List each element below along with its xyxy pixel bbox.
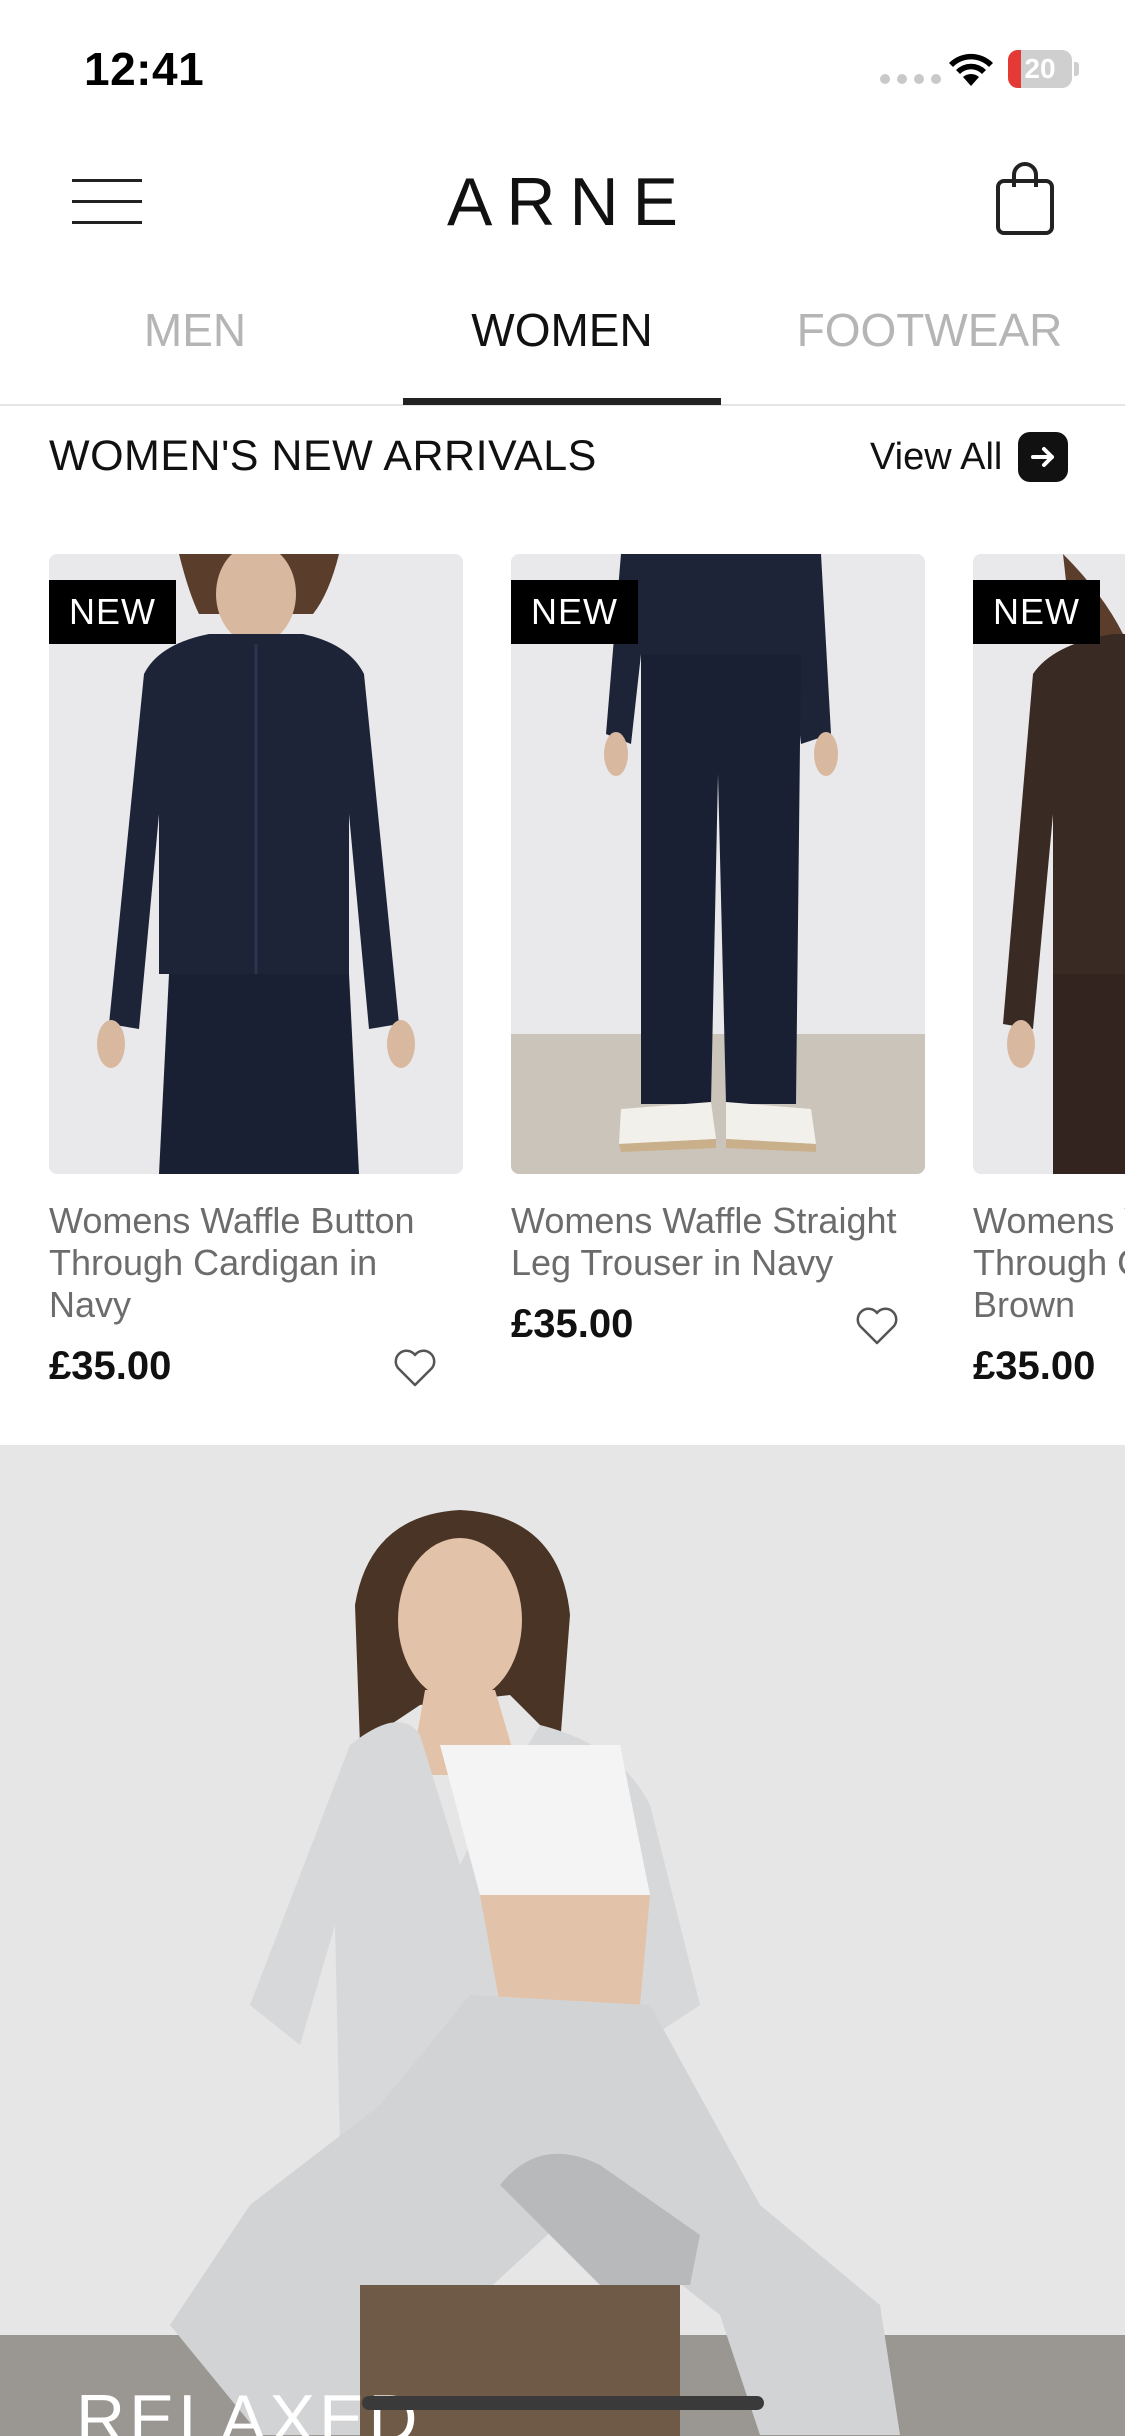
- heart-icon[interactable]: [393, 1348, 437, 1388]
- product-card[interactable]: NEW Womens Waffle Button Through Cardiga…: [49, 554, 463, 1394]
- product-image[interactable]: NEW: [973, 554, 1125, 1174]
- shopping-bag-icon[interactable]: [994, 161, 1056, 235]
- active-tab-indicator: [403, 398, 721, 405]
- product-carousel[interactable]: NEW Womens Waffle Button Through Cardiga…: [0, 554, 1125, 1404]
- heart-icon[interactable]: [855, 1306, 899, 1346]
- app-header: ARNE: [0, 135, 1125, 265]
- new-badge: NEW: [973, 580, 1100, 644]
- tab-women[interactable]: WOMEN: [390, 290, 734, 406]
- cellular-signal-icon: [880, 74, 941, 84]
- product-name[interactable]: Womens Waffle Button Through Cardigan in…: [973, 1200, 1125, 1326]
- brand-logo[interactable]: ARNE: [0, 163, 1125, 241]
- product-card[interactable]: NEW Womens Waffle Straight Leg Trouser i…: [511, 554, 925, 1352]
- promo-banner-image: [0, 1445, 1125, 2436]
- product-image[interactable]: NEW: [49, 554, 463, 1174]
- status-time: 12:41: [84, 43, 205, 95]
- product-name[interactable]: Womens Waffle Straight Leg Trouser in Na…: [511, 1200, 925, 1284]
- status-bar: 12:41 20: [0, 0, 1125, 135]
- product-name[interactable]: Womens Waffle Button Through Cardigan in…: [49, 1200, 463, 1326]
- battery-level: 20: [1024, 53, 1056, 84]
- wifi-icon: [949, 53, 993, 86]
- new-arrivals-header: WOMEN'S NEW ARRIVALS View All: [0, 420, 1125, 500]
- product-image[interactable]: NEW: [511, 554, 925, 1174]
- arrow-right-icon: [1018, 432, 1069, 482]
- home-indicator: [362, 2396, 764, 2410]
- product-card[interactable]: NEW Womens Waffle Button Through Cardiga…: [973, 554, 1125, 1394]
- category-tabs: MEN WOMEN FOOTWEAR: [0, 290, 1125, 406]
- view-all-button[interactable]: View All: [870, 432, 1069, 482]
- tab-footwear[interactable]: FOOTWEAR: [734, 290, 1125, 406]
- product-price: £35.00: [973, 1344, 1096, 1388]
- new-badge: NEW: [511, 580, 638, 644]
- battery-icon: 20: [1008, 50, 1079, 88]
- tab-men[interactable]: MEN: [0, 290, 390, 406]
- new-badge: NEW: [49, 580, 176, 644]
- section-title: WOMEN'S NEW ARRIVALS: [49, 432, 597, 480]
- promo-banner[interactable]: RELAXED: [0, 1445, 1125, 2436]
- view-all-label: View All: [870, 435, 1003, 478]
